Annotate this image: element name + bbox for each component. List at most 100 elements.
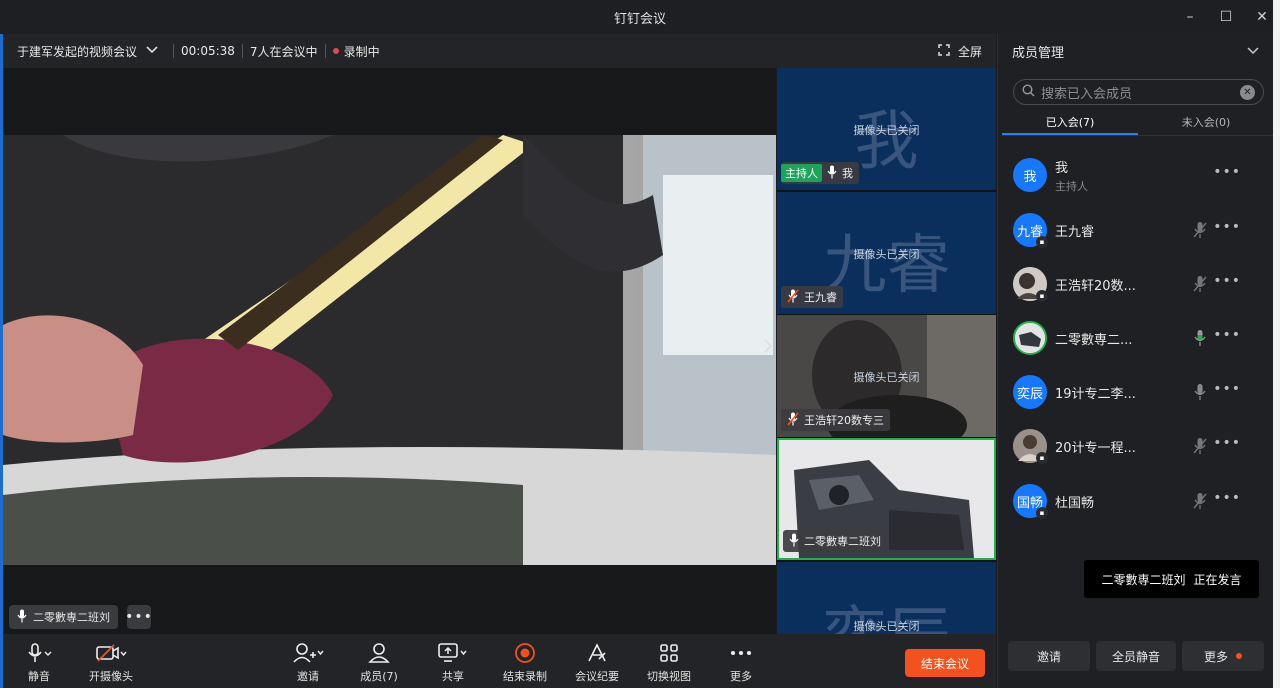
mute-label: 静音 (28, 670, 50, 683)
member-tabs: 已入会(7) 未入会(0) (1002, 110, 1274, 136)
camera-off-icon (95, 642, 127, 664)
thumbnail-wang-jiurui[interactable]: 九睿 摄像头已关闭 王九睿 (777, 192, 996, 314)
members-icon (367, 642, 391, 664)
member-name: 王浩轩20数... (1055, 278, 1136, 294)
fullscreen-icon (938, 43, 950, 59)
ai-minutes-icon (585, 642, 609, 664)
member-name: 我 (1055, 160, 1069, 176)
avatar: 我 (1013, 158, 1047, 192)
thumbnail-name: 王九睿 (804, 291, 837, 304)
chevron-down-icon[interactable] (1247, 44, 1259, 59)
member-search-input[interactable]: 搜索已入会成员 ✕ (1013, 79, 1264, 105)
camera-off-label: 摄像头已关闭 (853, 248, 920, 261)
chevron-down-icon[interactable] (145, 44, 159, 58)
window-edge (1273, 0, 1280, 688)
participant-thumbnails: 我 摄像头已关闭 主持人 我 九睿 摄像头已关闭 王九睿 摄像头已关闭 王浩轩2… (777, 68, 996, 634)
mic-active-icon[interactable] (1193, 329, 1207, 350)
divider (324, 44, 326, 58)
speaking-name: 二零數専二班刘 (1101, 572, 1186, 587)
camera-off-label: 摄像头已关闭 (853, 620, 920, 633)
member-more-icon[interactable]: ••• (1213, 219, 1241, 235)
stop-recording-button[interactable]: 结束录制 (495, 642, 555, 684)
camera-off-mini-icon: ▪ (1036, 236, 1048, 248)
chevron-right-icon[interactable] (763, 338, 773, 359)
avatar: ▪ (1013, 267, 1048, 302)
clear-search-icon[interactable]: ✕ (1240, 84, 1255, 100)
thumbnail-name-tag: 主持人 我 (781, 162, 859, 184)
meeting-duration: 00:05:38 (181, 44, 235, 58)
mic-icon[interactable] (1193, 383, 1207, 404)
member-more-icon[interactable]: ••• (1213, 273, 1241, 289)
microphone-icon (827, 165, 837, 182)
thumbnail-name: 二零數専二班刘 (804, 535, 881, 548)
switch-view-button[interactable]: 切换视图 (639, 642, 699, 684)
camera-off-mini-icon: ▪ (1036, 290, 1048, 302)
speaking-indicator: 二零數専二班刘 正在发言 (1084, 560, 1259, 598)
end-meeting-button[interactable]: 结束会议 (905, 649, 985, 677)
main-video-area[interactable]: 二零數専二班刘 ••• (3, 68, 776, 634)
recording-dot-icon (332, 48, 339, 54)
tab-joined[interactable]: 已入会(7) (1002, 110, 1138, 135)
thumbnail-yichen[interactable]: 奕辰 摄像头已关闭 (777, 562, 996, 634)
mute-button[interactable]: 静音 (9, 642, 69, 684)
camera-off-label: 摄像头已关闭 (853, 371, 920, 384)
mic-muted-icon[interactable] (1193, 275, 1207, 296)
maximize-button[interactable]: ☐ (1208, 0, 1244, 34)
recording-status: 录制中 (343, 44, 380, 59)
panel-more-button[interactable]: 更多 (1182, 641, 1264, 671)
member-row[interactable]: 我 我 主持人 ••• (1013, 156, 1263, 194)
member-row[interactable]: ▪ 20计专一程... ••• (1013, 427, 1263, 465)
mic-muted-icon (787, 288, 799, 306)
notification-dot-icon (1236, 653, 1242, 659)
camera-off-label: 摄像头已关闭 (853, 124, 920, 137)
title-bar: 钉钉会议 – ☐ ✕ (0, 0, 1280, 34)
thumbnail-me[interactable]: 我 摄像头已关闭 主持人 我 (777, 68, 996, 190)
more-button[interactable]: 更多 (711, 642, 771, 684)
share-screen-icon (437, 642, 469, 664)
video-more-button[interactable]: ••• (125, 605, 152, 629)
members-button[interactable]: 成员(7) (349, 642, 409, 684)
member-more-icon[interactable]: ••• (1213, 381, 1241, 397)
members-label: 成员(7) (360, 670, 398, 683)
thumbnail-wang-haoxuan[interactable]: 摄像头已关闭 王浩轩20数专三 (777, 315, 996, 437)
invite-button[interactable]: 邀请 (278, 642, 338, 684)
member-more-icon[interactable]: ••• (1213, 327, 1241, 343)
member-row[interactable]: ▪ 王浩轩20数... ••• (1013, 265, 1263, 303)
mute-all-button[interactable]: 全员静音 (1096, 641, 1176, 671)
invite-label: 邀请 (297, 670, 319, 683)
speaker-name: 二零數専二班刘 (33, 611, 110, 624)
tab-not-joined[interactable]: 未入会(0) (1138, 110, 1274, 135)
grid-view-icon (659, 642, 679, 664)
member-row[interactable]: 二零數専二... ••• (1013, 319, 1263, 357)
share-button[interactable]: 共享 (423, 642, 483, 684)
stop-recording-label: 结束录制 (503, 670, 547, 683)
search-placeholder: 搜索已入会成员 (1041, 86, 1133, 102)
mic-muted-icon[interactable] (1193, 437, 1207, 458)
panel-invite-button[interactable]: 邀请 (1008, 641, 1090, 671)
more-label: 更多 (730, 670, 752, 683)
meeting-info-bar: 于建军发起的视频会议 00:05:38 7人在会议中 录制中 全屏 (3, 34, 996, 68)
camera-button[interactable]: 开摄像头 (81, 642, 141, 684)
member-more-icon[interactable]: ••• (1213, 490, 1241, 506)
minutes-button[interactable]: 会议纪要 (567, 642, 627, 684)
member-row[interactable]: 奕辰 19计专二李... ••• (1013, 373, 1263, 411)
thumbnail-name: 我 (842, 167, 853, 180)
member-row[interactable]: 九睿 ▪ 王九睿 ••• (1013, 211, 1263, 249)
minimize-button[interactable]: – (1172, 0, 1208, 34)
thumbnail-name-tag: 二零數専二班刘 (783, 530, 887, 552)
meeting-name[interactable]: 于建军发起的视频会议 (17, 43, 137, 60)
member-more-icon[interactable]: ••• (1213, 164, 1241, 180)
thumbnail-name-tag: 王九睿 (781, 286, 843, 308)
fullscreen-button[interactable]: 全屏 (938, 34, 982, 68)
microphone-icon (17, 609, 27, 626)
fullscreen-label: 全屏 (957, 44, 982, 59)
member-row[interactable]: 国畅 ▪ 杜国畅 ••• (1013, 482, 1263, 520)
member-more-icon[interactable]: ••• (1213, 435, 1241, 451)
member-management-panel: 成员管理 搜索已入会成员 ✕ 已入会(7) 未入会(0) 我 我 主持人 •••… (997, 34, 1274, 688)
microphone-icon (789, 533, 799, 550)
avatar (1013, 321, 1047, 355)
mic-muted-icon[interactable] (1193, 492, 1207, 513)
thumbnail-active-speaker[interactable]: 二零數専二班刘 (777, 438, 996, 560)
speaking-status: 正在发言 (1193, 572, 1242, 587)
mic-muted-icon[interactable] (1193, 221, 1207, 242)
